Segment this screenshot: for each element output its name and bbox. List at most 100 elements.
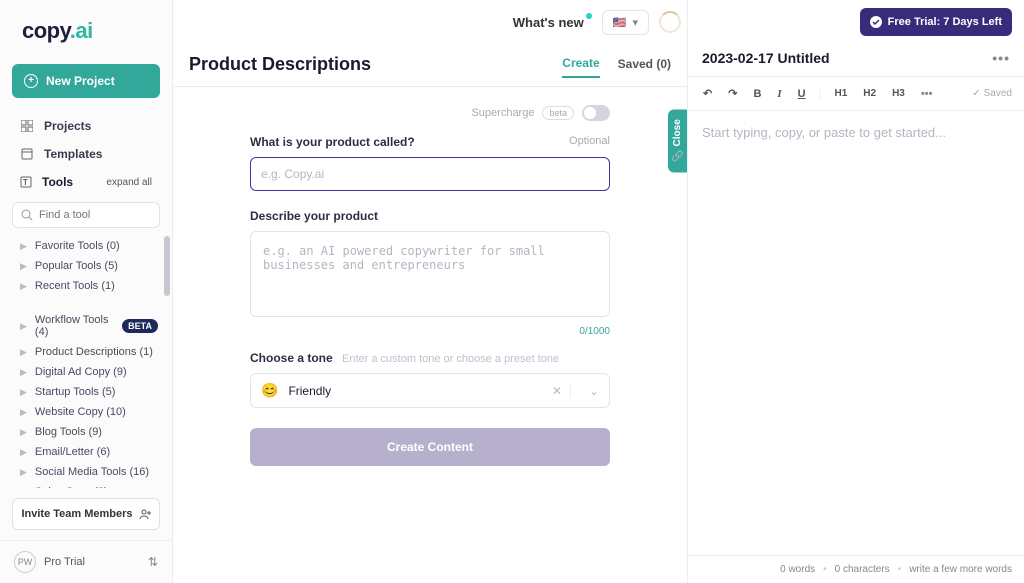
tool-item[interactable]: ▶ Digital Ad Copy (9) <box>14 362 164 382</box>
tool-item[interactable]: ▶Favorite Tools (0) <box>14 236 164 256</box>
tabs: Create Saved (0) <box>562 50 671 78</box>
chevron-right-icon: ▶ <box>20 487 27 489</box>
tool-item[interactable]: ▶ Sales Copy (8) <box>14 482 164 488</box>
tab-saved[interactable]: Saved (0) <box>618 51 671 77</box>
bold-button[interactable]: B <box>750 86 764 102</box>
optional-label: Optional <box>569 135 610 149</box>
scrollbar[interactable] <box>164 236 170 296</box>
plus-icon: + <box>24 74 38 88</box>
undo-button[interactable]: ↶ <box>700 85 715 102</box>
whats-new-link[interactable]: What's new <box>513 15 592 30</box>
tool-label: Sales Copy (8) <box>35 486 108 488</box>
h2-button[interactable]: H2 <box>860 86 879 101</box>
char-count: 0 characters <box>835 564 890 575</box>
search-icon <box>21 209 33 221</box>
char-counter: 0/1000 <box>250 326 610 337</box>
tool-item[interactable]: ▶ Product Descriptions (1) <box>14 342 164 362</box>
beta-badge: BETA <box>122 319 158 333</box>
tool-label: Social Media Tools (16) <box>35 466 149 478</box>
supercharge-toggle[interactable]: ⚡ <box>582 105 610 121</box>
tool-item-workflow[interactable]: ▶ Workflow Tools (4) BETA <box>14 310 164 342</box>
logo-dot: .ai <box>70 18 93 43</box>
nav-tools-label[interactable]: Tools <box>42 175 73 189</box>
expand-all-button[interactable]: expand all <box>106 177 152 188</box>
tool-item[interactable]: ▶Email/Letter (6) <box>14 442 164 462</box>
free-trial-button[interactable]: Free Trial: 7 Days Left <box>860 8 1012 36</box>
tool-item[interactable]: ▶ Recent Tools (1) <box>14 276 164 296</box>
add-user-icon <box>139 508 151 520</box>
tone-label: Choose a tone <box>250 351 333 365</box>
tone-value: Friendly <box>288 384 331 398</box>
chevron-down-icon[interactable]: ⌄ <box>581 384 599 398</box>
tool-label: Website Copy (10) <box>35 406 126 418</box>
chevron-right-icon: ▶ <box>20 467 27 478</box>
word-count: 0 words <box>780 564 815 575</box>
logo-text: copy <box>22 18 70 43</box>
close-panel-button[interactable]: 🔗 Close <box>668 109 687 172</box>
tab-create[interactable]: Create <box>562 50 599 78</box>
chevron-right-icon: ▶ <box>20 321 27 332</box>
tone-select[interactable]: 😊 Friendly ✕ ⌄ <box>250 373 610 408</box>
chevron-right-icon: ▶ <box>20 347 27 358</box>
chevron-right-icon: ▶ <box>20 281 27 292</box>
product-name-input[interactable] <box>250 157 610 191</box>
editor-area[interactable]: Start typing, copy, or paste to get star… <box>688 111 1024 555</box>
smile-icon: 😊 <box>261 382 278 399</box>
tool-label: Product Descriptions (1) <box>35 346 153 358</box>
plan-label: Pro Trial <box>44 556 85 568</box>
user-footer[interactable]: PW Pro Trial ⇅ <box>0 540 172 583</box>
check-badge-icon <box>870 16 882 28</box>
nav-projects[interactable]: Projects <box>14 112 158 140</box>
saved-label: Saved <box>984 88 1012 99</box>
nav-templates-label: Templates <box>44 147 102 161</box>
product-name-label: What is your product called? <box>250 135 415 149</box>
clear-tone-button[interactable]: ✕ <box>544 384 571 398</box>
create-content-button[interactable]: Create Content <box>250 428 610 466</box>
flag-icon: 🇺🇸 <box>613 16 627 29</box>
italic-button[interactable]: I <box>774 86 784 102</box>
sidebar: copy.ai + New Project Projects Templates <box>0 0 173 583</box>
chevron-right-icon: ▶ <box>20 367 27 378</box>
doc-title[interactable]: 2023-02-17 Untitled <box>702 50 830 66</box>
chevron-down-icon: ▾ <box>632 16 638 29</box>
tool-item[interactable]: ▶ Website Copy (10) <box>14 402 164 422</box>
invite-label: Invite Team Members <box>21 508 132 520</box>
describe-textarea[interactable] <box>250 231 610 317</box>
redo-button[interactable]: ↷ <box>725 85 740 102</box>
tool-search-input[interactable] <box>39 209 151 221</box>
tool-label: Workflow Tools (4) <box>35 314 110 338</box>
h3-button[interactable]: H3 <box>889 86 908 101</box>
h1-button[interactable]: H1 <box>831 86 850 101</box>
tool-label: Email/Letter (6) <box>35 446 110 458</box>
tool-label: Recent Tools (1) <box>35 280 115 292</box>
toolbar-more-button[interactable]: ••• <box>918 86 936 102</box>
templates-icon <box>20 147 34 161</box>
tool-item[interactable]: ▶Popular Tools (5) <box>14 256 164 276</box>
chevron-right-icon: ▶ <box>20 407 27 418</box>
editor-toolbar: ↶ ↷ B I U | H1 H2 H3 ••• ✓ Saved <box>688 77 1024 111</box>
loading-spinner-icon <box>659 11 681 33</box>
check-icon: ✓ <box>972 88 980 99</box>
topbar: What's new 🇺🇸 ▾ <box>173 0 687 44</box>
editor-panel: Free Trial: 7 Days Left 2023-02-17 Untit… <box>688 0 1024 583</box>
invite-team-button[interactable]: Invite Team Members <box>12 498 160 530</box>
tool-item[interactable]: ▶Blog Tools (9) <box>14 422 164 442</box>
tool-label: Digital Ad Copy (9) <box>35 366 127 378</box>
tool-search[interactable] <box>12 202 160 228</box>
svg-text:T: T <box>23 178 28 187</box>
link-icon: 🔗 <box>672 150 683 162</box>
chevron-updown-icon: ⇅ <box>148 555 158 569</box>
tool-item[interactable]: ▶ Social Media Tools (16) <box>14 462 164 482</box>
chevron-right-icon: ▶ <box>20 261 27 272</box>
tool-item[interactable]: ▶Startup Tools (5) <box>14 382 164 402</box>
language-select[interactable]: 🇺🇸 ▾ <box>602 10 649 35</box>
underline-button[interactable]: U <box>795 86 809 102</box>
trial-label: Free Trial: 7 Days Left <box>888 16 1002 28</box>
nav-templates[interactable]: Templates <box>14 140 158 168</box>
tool-label: Blog Tools (9) <box>35 426 102 438</box>
main-panel: What's new 🇺🇸 ▾ Product Descriptions Cre… <box>173 0 688 583</box>
saved-indicator: ✓ Saved <box>972 88 1012 99</box>
more-menu-button[interactable]: ••• <box>992 50 1010 66</box>
tool-list: ▶Favorite Tools (0) ▶Popular Tools (5) ▶… <box>0 236 172 488</box>
new-project-button[interactable]: + New Project <box>12 64 160 98</box>
